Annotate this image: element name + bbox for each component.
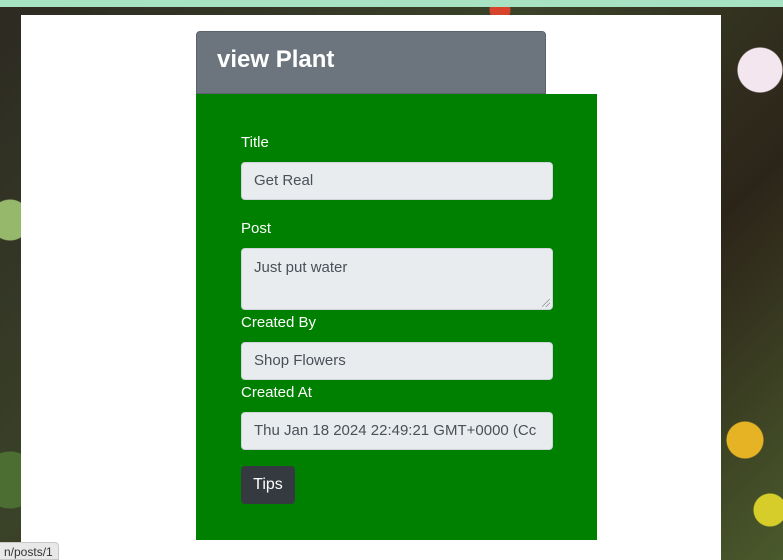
created-at-field[interactable]: Thu Jan 18 2024 22:49:21 GMT+0000 (Cc [241,412,553,450]
created-by-label: Created By [241,314,317,331]
created-at-label: Created At [241,384,312,401]
post-label: Post [241,220,272,237]
tips-button[interactable]: Tips [241,466,295,504]
post-text: Just put water [254,259,348,276]
title-field[interactable]: Get Real [241,162,553,200]
status-bar-url: n/posts/1 [0,542,59,560]
title-label: Title [241,134,269,151]
plant-form: Title Get Real Post Just put water Creat… [196,94,597,540]
top-strip [0,0,783,7]
created-by-field[interactable]: Shop Flowers [241,342,553,380]
card-header: view Plant [196,31,546,94]
page-title: view Plant [217,46,335,73]
resize-handle-icon[interactable] [542,299,550,307]
post-field[interactable]: Just put water [241,248,553,310]
